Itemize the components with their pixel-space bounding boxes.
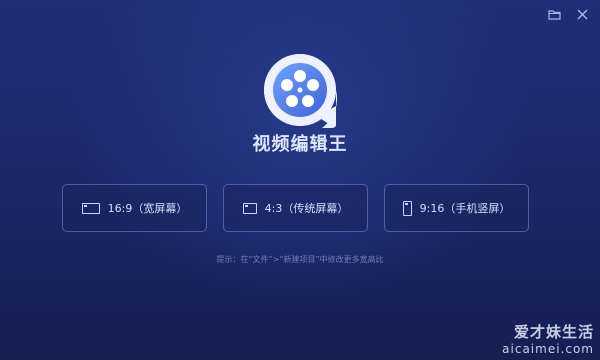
folder-icon[interactable] <box>546 6 562 22</box>
hint-text: 提示：在“文件”>“新建项目”中修改更多宽高比 <box>216 255 384 264</box>
watermark: 爱才妹生活 aicaimei.com <box>502 321 594 356</box>
ratio-16-9-button[interactable]: 16:9（宽屏幕） <box>62 184 207 232</box>
app-title: 视频编辑王 <box>252 134 348 155</box>
app-window: 视频编辑王 16:9（宽屏幕） 4:3（传统屏幕） 9:16（手机竖屏） 提示：… <box>0 0 600 360</box>
watermark-en: aicaimei.com <box>502 342 594 356</box>
ratio-9-16-label: 9:16（手机竖屏） <box>419 202 511 215</box>
aspect-ratio-options: 16:9（宽屏幕） 4:3（传统屏幕） 9:16（手机竖屏） <box>62 184 532 234</box>
film-reel-icon <box>260 50 340 130</box>
widescreen-frame-icon <box>81 202 100 214</box>
portrait-frame-icon <box>402 200 412 216</box>
ratio-4-3-button[interactable]: 4:3（传统屏幕） <box>223 184 368 232</box>
ratio-9-16-button[interactable]: 9:16（手机竖屏） <box>384 184 529 232</box>
standard-frame-icon <box>242 202 257 214</box>
watermark-cn: 爱才妹生活 <box>513 323 594 341</box>
ratio-4-3-label: 4:3（传统屏幕） <box>264 202 349 215</box>
ratio-16-9-label: 16:9（宽屏幕） <box>107 202 188 215</box>
close-icon[interactable] <box>574 6 590 22</box>
window-controls <box>546 6 590 22</box>
